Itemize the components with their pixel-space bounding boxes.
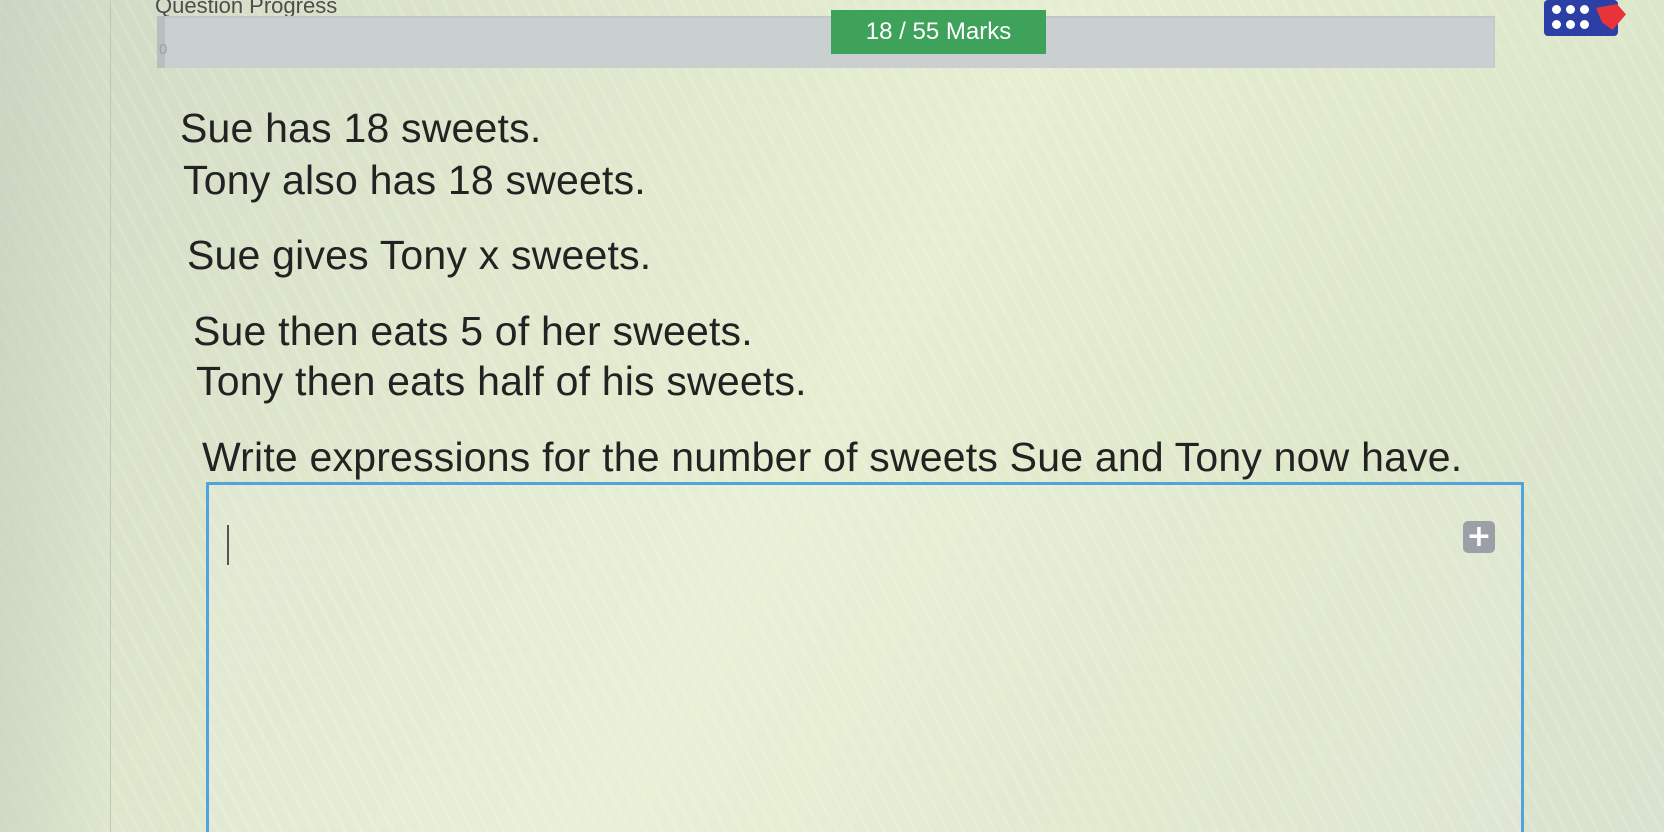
question-line: Sue has 18 sweets. [180, 105, 542, 151]
question-line: Sue gives Tony x sweets. [187, 232, 652, 278]
logo-dot [1552, 5, 1561, 14]
logo-dot [1566, 5, 1575, 14]
logo-dot [1552, 20, 1561, 29]
question-line: Tony also has 18 sweets. [183, 157, 646, 203]
text-caret [227, 525, 229, 565]
logo-dot [1580, 5, 1589, 14]
question-line: Sue then eats 5 of her sweets. [193, 308, 753, 354]
logo-dot [1580, 20, 1589, 29]
question-prompt: Write expressions for the number of swee… [202, 434, 1463, 480]
answer-input[interactable]: + [206, 482, 1524, 832]
question-line: Tony then eats half of his sweets. [196, 358, 807, 404]
app-logo-icon[interactable] [1544, 0, 1626, 36]
question-progress-bar [157, 16, 1495, 68]
plus-icon[interactable]: + [1463, 521, 1495, 553]
logo-flag [1596, 4, 1626, 30]
question-progress-start: 0 [159, 41, 168, 58]
left-gutter [0, 0, 111, 832]
logo-dot [1566, 20, 1575, 29]
marks-badge: 18 / 55 Marks [831, 10, 1046, 54]
